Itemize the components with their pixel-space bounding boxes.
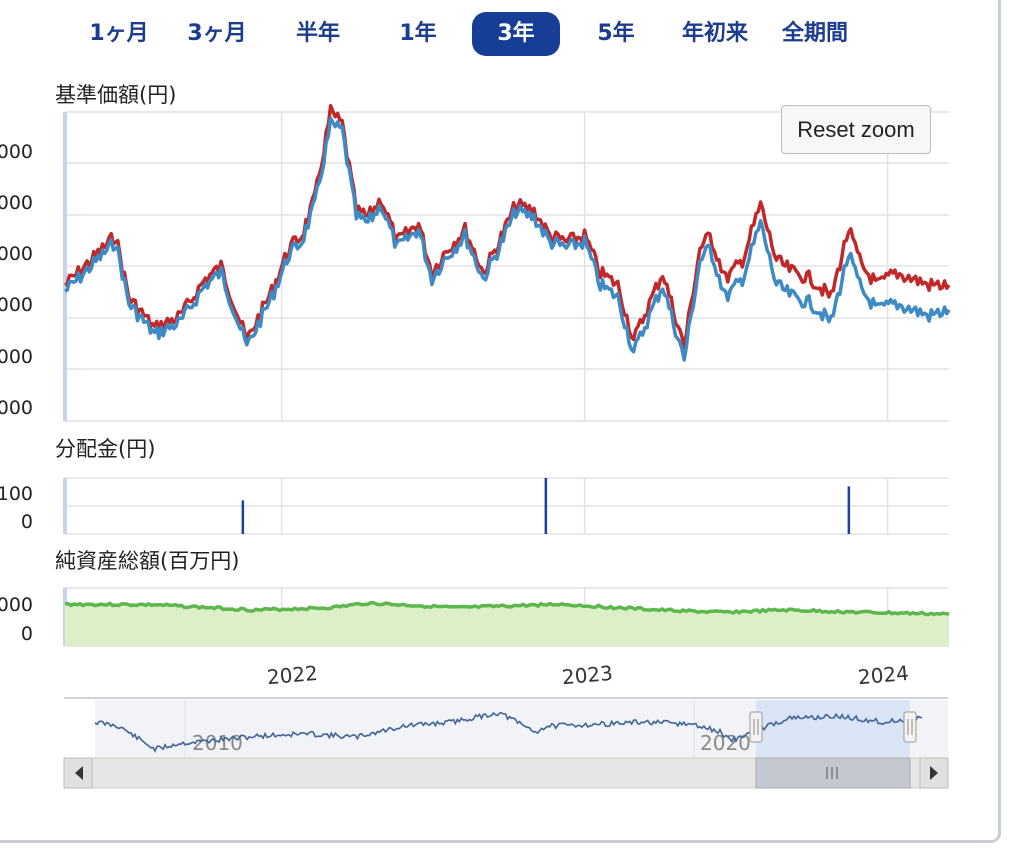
nav-panel-title: 基準価額(円) (55, 83, 176, 107)
navigator-tick-label: 2010 (192, 731, 243, 755)
nav-y-tick: 000 (0, 141, 33, 163)
dividend-y-tick: 100 (0, 483, 33, 505)
nav-y-axis: 000 000 000 000 000 000 (0, 141, 33, 419)
navigator-tick-label: 2020 (700, 731, 751, 755)
nav-grid (63, 111, 949, 422)
reset-zoom-button[interactable]: Reset zoom (781, 105, 931, 154)
dividend-y-axis: 100 0 (0, 483, 33, 533)
scrollbar-thumb[interactable] (755, 757, 911, 789)
navigator-right-handle[interactable] (903, 711, 917, 743)
nav-y-tick: 000 (0, 397, 33, 419)
nav-y-tick: 000 (0, 346, 33, 368)
nav-series-blue-line (64, 116, 951, 362)
dividend-bar (847, 486, 851, 534)
dividend-panel-title: 分配金(円) (55, 437, 155, 461)
x-tick-label: 2023 (561, 661, 614, 689)
dividend-y-tick: 0 (21, 511, 33, 533)
x-tick-label: 2022 (266, 661, 319, 689)
nav-y-tick: 000 (0, 243, 33, 265)
assets-y-tick: 0 (21, 623, 33, 645)
assets-y-axis: 000 0 (0, 594, 33, 645)
dividend-bar (544, 478, 548, 534)
assets-area-fill (65, 602, 949, 646)
x-axis-labels: 2022 2023 2024 (266, 661, 910, 689)
assets-series (64, 600, 950, 646)
navigator-selection[interactable] (756, 700, 910, 758)
assets-panel-title: 純資産総額(百万円) (55, 549, 239, 573)
navigator-left-handle[interactable] (749, 711, 763, 743)
nav-y-tick: 000 (0, 192, 33, 214)
navigator[interactable]: 2010 2020 (63, 697, 949, 789)
dividend-grid (63, 477, 949, 535)
assets-y-tick: 000 (0, 594, 33, 616)
dividend-bar (241, 500, 245, 534)
x-tick-label: 2024 (857, 661, 910, 689)
nav-y-tick: 000 (0, 294, 33, 316)
